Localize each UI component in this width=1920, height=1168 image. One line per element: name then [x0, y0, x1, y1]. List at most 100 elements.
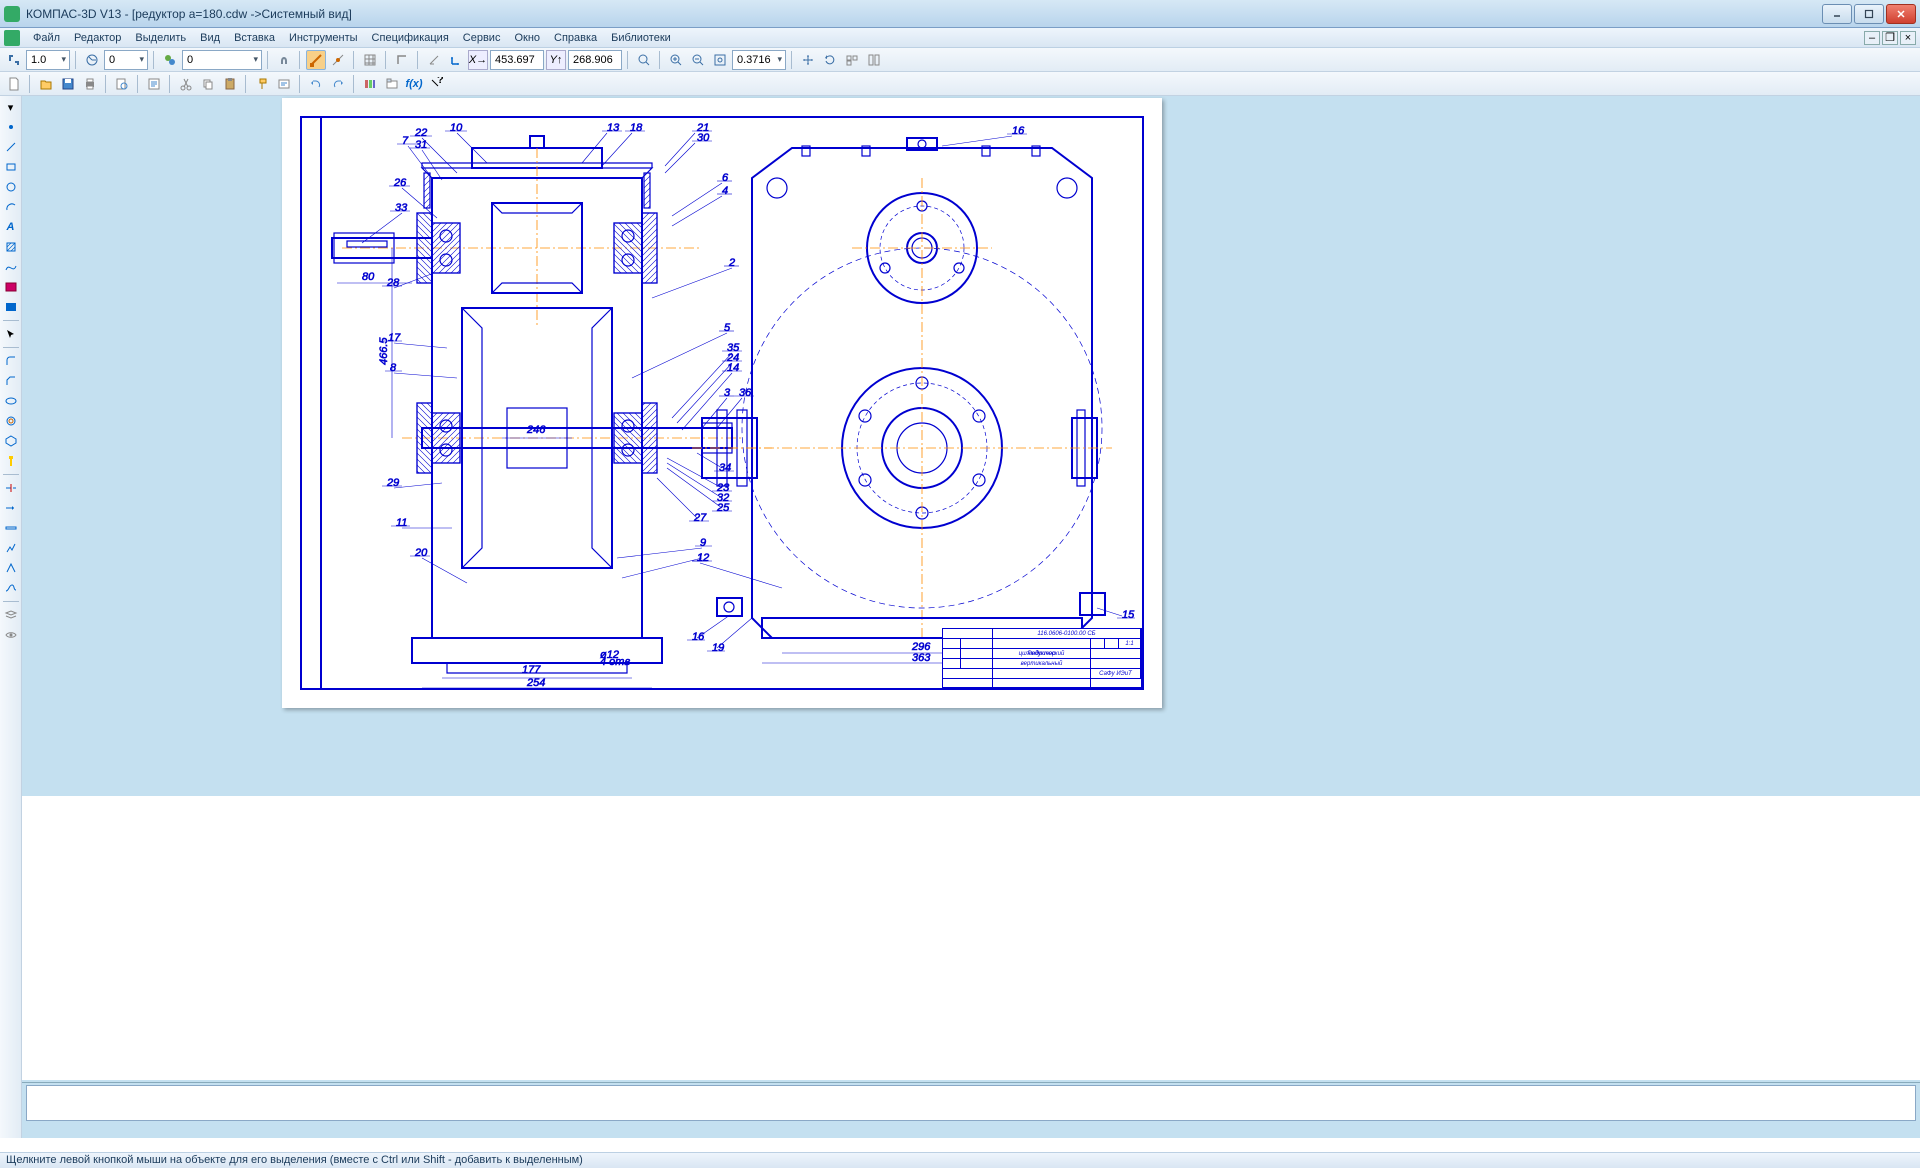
undo-button[interactable]	[306, 74, 326, 94]
snap-mid-button[interactable]	[328, 50, 348, 70]
hatch-tool[interactable]	[2, 238, 20, 256]
style-combo[interactable]: 0	[182, 50, 262, 70]
zoom-fit-button[interactable]	[710, 50, 730, 70]
zoom-in-button[interactable]	[666, 50, 686, 70]
status-bar: Щелкните левой кнопкой мыши на объекте д…	[0, 1152, 1920, 1168]
offset-tool[interactable]	[2, 412, 20, 430]
tile-button[interactable]	[864, 50, 884, 70]
copy-button[interactable]	[198, 74, 218, 94]
paste-button[interactable]	[220, 74, 240, 94]
doc-icon[interactable]	[4, 30, 20, 46]
menu-help[interactable]: Справка	[547, 30, 604, 46]
style-button[interactable]	[160, 50, 180, 70]
fillet-tool[interactable]	[2, 352, 20, 370]
circle-tool[interactable]	[2, 178, 20, 196]
open-button[interactable]	[36, 74, 56, 94]
svg-text:8: 8	[390, 362, 397, 374]
y-coord-input[interactable]	[568, 50, 622, 70]
svg-text:28: 28	[386, 277, 400, 289]
select-tool[interactable]	[2, 325, 20, 343]
cursor-step-button[interactable]	[4, 50, 24, 70]
svg-text:16: 16	[692, 631, 705, 643]
x-coord-input[interactable]	[490, 50, 544, 70]
table-tool[interactable]	[2, 278, 20, 296]
doc-close-button[interactable]: ×	[1900, 31, 1916, 45]
preview-button[interactable]	[112, 74, 132, 94]
menu-view[interactable]: Вид	[193, 30, 227, 46]
menu-editor[interactable]: Редактор	[67, 30, 128, 46]
spline-tool[interactable]	[2, 258, 20, 276]
library-button[interactable]	[360, 74, 380, 94]
svg-text:18: 18	[630, 122, 643, 134]
attach-button[interactable]	[274, 50, 294, 70]
rough-tool[interactable]	[2, 559, 20, 577]
minimize-button[interactable]	[1822, 4, 1852, 24]
redo-button[interactable]	[328, 74, 348, 94]
arc-tool[interactable]	[2, 198, 20, 216]
app-icon	[4, 6, 20, 22]
svg-text:246: 246	[526, 424, 546, 436]
svg-text:27: 27	[693, 512, 707, 524]
polygon-tool[interactable]	[2, 432, 20, 450]
text-tool[interactable]: A	[2, 218, 20, 236]
pan-button[interactable]	[798, 50, 818, 70]
properties-button[interactable]	[144, 74, 164, 94]
svg-text:177: 177	[522, 664, 541, 676]
doc-minimize-button[interactable]: –	[1864, 31, 1880, 45]
polar-button[interactable]	[424, 50, 444, 70]
menu-tools[interactable]: Инструменты	[282, 30, 365, 46]
dim-tool[interactable]	[2, 298, 20, 316]
chamfer-tool[interactable]	[2, 372, 20, 390]
window-list-button[interactable]	[842, 50, 862, 70]
svg-text:80: 80	[362, 271, 375, 283]
new-button[interactable]	[4, 74, 24, 94]
doc-restore-button[interactable]: ❐	[1882, 31, 1898, 45]
equidist-tool[interactable]	[2, 579, 20, 597]
line-tool[interactable]	[2, 138, 20, 156]
layer-tool[interactable]	[2, 606, 20, 624]
svg-text:36: 36	[739, 387, 752, 399]
ellipse-tool[interactable]	[2, 392, 20, 410]
menu-window[interactable]: Окно	[507, 30, 547, 46]
menu-file[interactable]: Файл	[26, 30, 67, 46]
menu-libs[interactable]: Библиотеки	[604, 30, 678, 46]
menu-service[interactable]: Сервис	[456, 30, 508, 46]
grid-button[interactable]	[360, 50, 380, 70]
refresh-button[interactable]	[820, 50, 840, 70]
svg-text:13: 13	[607, 122, 620, 134]
help-button[interactable]: ?	[426, 74, 446, 94]
point-tool[interactable]	[2, 118, 20, 136]
properties2-button[interactable]	[274, 74, 294, 94]
zoom-combo[interactable]: 0.3716	[732, 50, 786, 70]
format-paint-button[interactable]	[252, 74, 272, 94]
axis-tool[interactable]	[2, 519, 20, 537]
angle-combo[interactable]: 0	[104, 50, 148, 70]
poly-tool[interactable]	[2, 539, 20, 557]
menu-spec[interactable]: Спецификация	[365, 30, 456, 46]
drawing-sheet[interactable]: 80 466.5 246 177 254 ø12 4 отв	[282, 98, 1162, 708]
view-tool[interactable]	[2, 626, 20, 644]
scale-step-combo[interactable]: 1.0	[26, 50, 70, 70]
variables-button[interactable]: f(x)	[404, 74, 424, 94]
rect-tool[interactable]	[2, 158, 20, 176]
tabs-button[interactable]	[382, 74, 402, 94]
save-button[interactable]	[58, 74, 78, 94]
local-cs-button[interactable]	[446, 50, 466, 70]
extend-tool[interactable]	[2, 499, 20, 517]
command-input[interactable]	[26, 1085, 1916, 1121]
close-button[interactable]	[1886, 4, 1916, 24]
zoom-out-button[interactable]	[688, 50, 708, 70]
menu-insert[interactable]: Вставка	[227, 30, 282, 46]
svg-text:31: 31	[415, 139, 427, 151]
zoom-window-button[interactable]	[634, 50, 654, 70]
trim-tool[interactable]	[2, 479, 20, 497]
bolt-tool[interactable]	[2, 452, 20, 470]
print-button[interactable]	[80, 74, 100, 94]
angle-button[interactable]	[82, 50, 102, 70]
cut-button[interactable]	[176, 74, 196, 94]
ortho-button[interactable]	[392, 50, 412, 70]
snap-end-button[interactable]	[306, 50, 326, 70]
maximize-button[interactable]	[1854, 4, 1884, 24]
menu-select[interactable]: Выделить	[128, 30, 193, 46]
geometry-expand-icon[interactable]: ▾	[2, 98, 20, 116]
